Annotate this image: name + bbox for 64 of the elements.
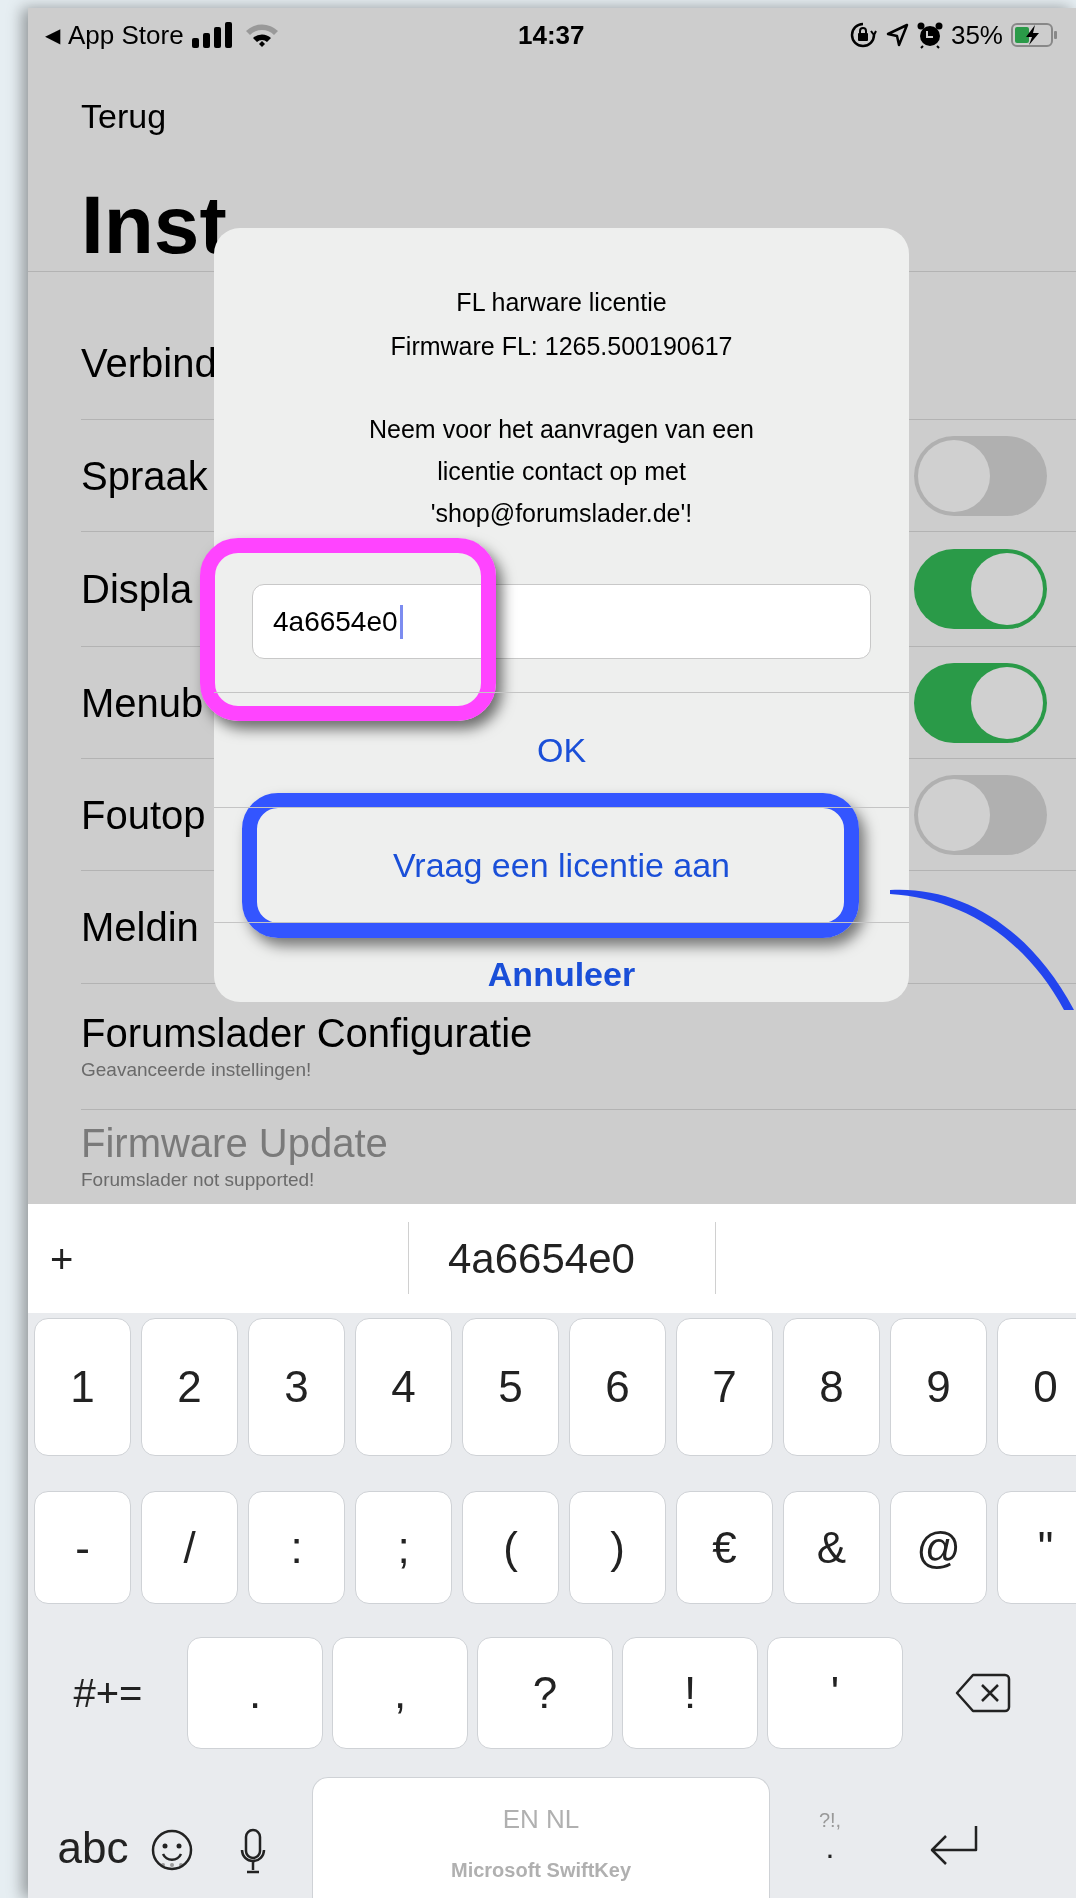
back-arrow-icon[interactable]: ◀ [45, 20, 60, 50]
rotation-lock-icon [848, 21, 877, 49]
keyboard-key[interactable]: ' [767, 1636, 903, 1749]
keyboard-key[interactable]: 1 [34, 1318, 131, 1456]
keyboard-key[interactable]: ! [622, 1636, 758, 1749]
keyboard-key[interactable]: 5 [462, 1318, 559, 1456]
keyboard-key[interactable]: 2 [141, 1318, 238, 1456]
back-link[interactable]: Terug [81, 90, 167, 142]
symbols-key[interactable]: #+= [28, 1636, 178, 1749]
keyboard-key[interactable]: ) [569, 1491, 666, 1604]
keyboard-brand-label: Microsoft SwiftKey [451, 1858, 631, 1883]
dialog-button[interactable]: OK [214, 692, 909, 807]
keyboard-key[interactable]: : [248, 1491, 345, 1604]
backspace-icon[interactable] [955, 1671, 1011, 1714]
dialog-title: FL harware licentie [456, 287, 667, 318]
punctuation-label: . [825, 1832, 835, 1862]
keyboard-key[interactable]: ; [355, 1491, 452, 1604]
emoji-icon[interactable] [150, 1828, 194, 1872]
keyboard-key[interactable]: " [997, 1491, 1076, 1604]
setting-subtitle: Geavanceerde instellingen! [81, 1057, 313, 1082]
keyboard-key[interactable]: @ [890, 1491, 987, 1604]
punctuation-key[interactable]: ?!, . [800, 1798, 860, 1898]
back-app-link[interactable]: App Store [68, 15, 184, 55]
keyboard-key[interactable]: . [187, 1636, 323, 1749]
suggestion-chip[interactable]: 4a6654e0 [448, 1227, 635, 1290]
keyboard-key[interactable]: 7 [676, 1318, 773, 1456]
setting-subtitle: Forumslader not supported! [81, 1168, 316, 1192]
keyboard-key[interactable]: 4 [355, 1318, 452, 1456]
abc-key[interactable]: abc [38, 1798, 148, 1898]
location-arrow-icon [884, 22, 909, 48]
setting-label: Spraak [81, 452, 208, 499]
keyboard-key[interactable]: / [141, 1491, 238, 1604]
dialog-button[interactable]: Annuleer [214, 922, 909, 1002]
clock-time: 14:37 [518, 18, 585, 52]
keyboard-key[interactable]: 3 [248, 1318, 345, 1456]
keyboard-key[interactable]: ( [462, 1491, 559, 1604]
battery-percent: 35% [950, 18, 1003, 52]
setting-label: Displa [81, 566, 193, 612]
dialog-message: Neem voor het aanvragen van een licentie contact op met 'shop@forumslader.de'! [368, 414, 755, 529]
alarm-clock-icon [916, 21, 943, 49]
keyboard-key[interactable]: € [676, 1491, 773, 1604]
keyboard-key[interactable]: 9 [890, 1318, 987, 1456]
setting-label: Menub [81, 679, 204, 726]
add-suggestion-button[interactable]: + [50, 1228, 74, 1289]
language-label: EN NL [502, 1803, 580, 1836]
setting-label: Foutop [81, 791, 206, 838]
microphone-icon[interactable] [240, 1828, 266, 1876]
setting-label: Forumslader Configuratie [81, 1009, 533, 1056]
keyboard-key[interactable]: 6 [569, 1318, 666, 1456]
keyboard-key[interactable]: 0 [997, 1318, 1076, 1456]
setting-label: Firmware Update [81, 1120, 388, 1166]
page-title: Inst [81, 179, 227, 271]
dialog-title: Firmware FL: 1265.500190617 [390, 331, 733, 362]
keyboard-key[interactable]: ? [477, 1636, 613, 1749]
punctuation-hint: ?!, [818, 1808, 842, 1832]
license-input-field[interactable]: 4a6654e0 [252, 584, 871, 659]
keyboard-key[interactable]: - [34, 1491, 131, 1604]
battery-charging-icon [1011, 22, 1059, 48]
keyboard-key[interactable]: 8 [783, 1318, 880, 1456]
setting-label: Verbind [81, 339, 217, 386]
keyboard-key[interactable]: , [332, 1636, 468, 1749]
setting-label: Meldin [81, 904, 199, 950]
keyboard-key[interactable]: & [783, 1491, 880, 1604]
more-dots-icon [160, 1862, 184, 1868]
